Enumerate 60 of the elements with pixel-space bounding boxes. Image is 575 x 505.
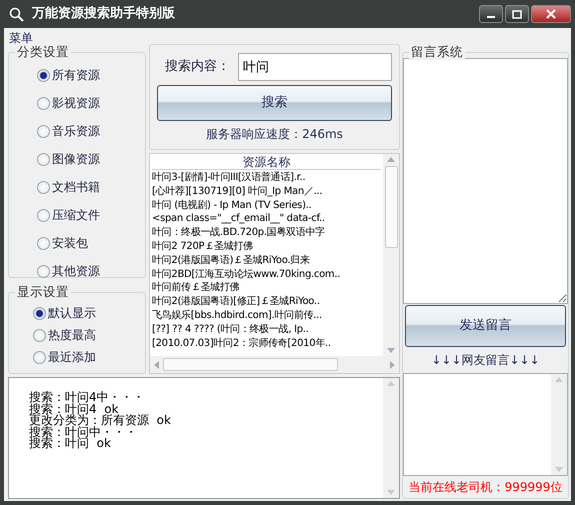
result-row[interactable]: 叶问2BD[江海互动论坛www.70king.com.. xyxy=(150,268,383,282)
result-row[interactable]: [??] ?? 4 ???? (叶问：终极一战, Ip.. xyxy=(150,322,383,337)
radio-option[interactable]: 所有资源 xyxy=(37,66,145,84)
window-title: 万能资源搜索助手特别版 xyxy=(32,4,175,24)
radio-option[interactable]: 影视资源 xyxy=(37,94,145,112)
log-line: 搜索：叶问4 ok xyxy=(29,404,119,415)
scroll-arrow-icon[interactable] xyxy=(387,381,395,386)
scroll-arrow-icon[interactable] xyxy=(387,490,395,495)
scroll-arrow-icon[interactable] xyxy=(387,157,395,162)
result-row[interactable]: 飞鸟娱乐[bbs.hdbird.com].叶问前传... xyxy=(150,308,383,323)
result-row[interactable]: 叶问：终极一战.BD.720p.国粤双语中字 xyxy=(150,226,383,240)
result-row[interactable]: 叶问前传￡圣城打佛 xyxy=(150,281,383,296)
vertical-scrollbar[interactable] xyxy=(383,154,399,356)
friends-messages-label: ↓↓↓网友留言↓↓↓ xyxy=(430,352,541,369)
radio-option[interactable]: 默认显示 xyxy=(33,304,145,322)
radio-option[interactable]: 其他资源 xyxy=(37,262,145,280)
magnifier-icon xyxy=(8,6,26,22)
result-row[interactable]: 叶问2(港版国粤语)[修正]￡圣城RiYoo.. xyxy=(150,295,383,309)
log-line: 搜索：叶问4中・・・ xyxy=(29,392,146,404)
search-field[interactable]: 叶问 xyxy=(238,53,392,81)
log-line: 搜索：叶问中・・・ xyxy=(29,426,137,438)
scroll-thumb[interactable] xyxy=(384,166,398,248)
radio-option[interactable]: 文档书籍 xyxy=(37,178,145,196)
maximize-button[interactable] xyxy=(505,5,529,23)
radio-option[interactable]: 压缩文件 xyxy=(37,206,145,224)
result-row[interactable]: <span class="__cf_email__" data-cf.. xyxy=(150,212,383,226)
radio-option[interactable]: 热度最高 xyxy=(33,326,145,344)
close-button[interactable] xyxy=(531,5,571,23)
send-message-button[interactable]: 发送留言 xyxy=(405,305,566,347)
result-row[interactable]: 叶问2 720P￡圣城打佛 xyxy=(150,240,383,254)
message-input[interactable] xyxy=(403,58,568,304)
group-title: 显示设置 xyxy=(15,284,71,300)
result-row[interactable]: 叶问2(港版国粤语)￡圣城RiYoo.归来 xyxy=(150,254,383,268)
vertical-scrollbar[interactable] xyxy=(551,374,567,475)
horizontal-scrollbar[interactable] xyxy=(150,356,399,373)
column-header[interactable]: 资源名称 xyxy=(152,155,381,170)
online-count-text: 当前在线老司机：999999位 xyxy=(408,479,564,496)
log-line: 搜索：叶问 ok xyxy=(29,438,112,450)
search-button[interactable]: 搜索 xyxy=(157,85,392,121)
scroll-arrow-icon[interactable] xyxy=(555,467,563,472)
scroll-arrow-icon[interactable] xyxy=(154,360,159,368)
radio-option[interactable]: 图像资源 xyxy=(37,150,145,168)
radio-option[interactable]: 音乐资源 xyxy=(37,122,145,140)
group-title: 分类设置 xyxy=(15,44,71,60)
minimize-button[interactable] xyxy=(479,5,503,23)
radio-option[interactable]: 安装包 xyxy=(37,234,145,252)
maximize-icon xyxy=(512,10,522,18)
radio-option[interactable]: 最近添加 xyxy=(33,348,145,366)
scroll-arrow-icon[interactable] xyxy=(555,377,563,382)
vertical-scrollbar[interactable] xyxy=(383,378,399,498)
scroll-thumb[interactable] xyxy=(163,358,338,371)
result-row[interactable]: 叶问3-[剧情]-叶问III[汉语普通话].r.. xyxy=(150,171,383,185)
result-row[interactable]: 叶问 (电视剧) - Ip Man (TV Series).. xyxy=(150,198,383,212)
server-speed-text: 服务器响应速度：246ms xyxy=(205,126,344,143)
close-icon xyxy=(546,9,556,19)
menu-item[interactable]: 菜单 xyxy=(8,30,34,44)
result-row[interactable]: [2010.07.03]叶问2：宗师传奇[2010年.. xyxy=(150,336,383,350)
search-label: 搜索内容： xyxy=(164,58,227,76)
result-row[interactable]: [心叶荐][130719][0] 叶问_Ip Man／... xyxy=(150,184,383,199)
log-line: 更改分类为：所有资源 ok xyxy=(29,415,172,426)
